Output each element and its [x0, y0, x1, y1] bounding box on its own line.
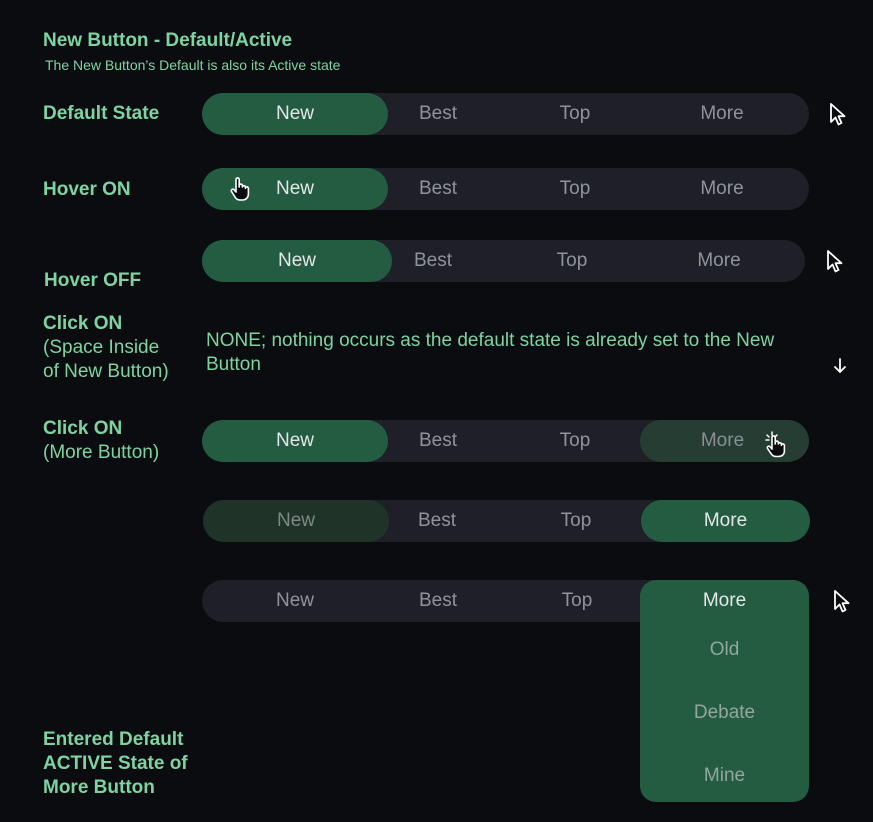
- tab-top[interactable]: Top: [526, 500, 626, 542]
- dropdown-item-old[interactable]: Old: [640, 639, 809, 661]
- tab-best[interactable]: Best: [388, 580, 488, 622]
- label-click-on-new-detail-2: of New Button): [43, 361, 169, 382]
- arrow-cursor-icon: [834, 590, 850, 613]
- tab-bar-default: New Best Top More: [202, 93, 809, 135]
- tab-bar-click-more: New Best Top More: [202, 420, 809, 462]
- label-entered-default-3: More Button: [43, 777, 155, 798]
- hand-click-icon: [765, 431, 786, 458]
- tab-more[interactable]: More: [669, 240, 769, 282]
- tab-new[interactable]: New: [202, 240, 392, 282]
- tab-more[interactable]: More: [641, 500, 810, 542]
- more-dropdown-menu: More Old Debate Mine: [640, 580, 809, 802]
- tab-new[interactable]: New: [203, 500, 389, 542]
- label-click-on-more-detail: (More Button): [43, 442, 160, 463]
- label-click-on-new: Click ON: [43, 313, 123, 334]
- page-title: New Button - Default/Active: [43, 30, 293, 51]
- arrow-down-icon: [834, 358, 846, 373]
- page-subtitle: The New Button’s Default is also its Act…: [45, 57, 341, 73]
- arrow-cursor-icon: [830, 103, 846, 126]
- label-hover-on: Hover ON: [43, 179, 131, 200]
- label-hover-off: Hover OFF: [44, 270, 142, 291]
- tab-best[interactable]: Best: [388, 93, 488, 135]
- tab-bar-more-active: New Best Top More: [203, 500, 810, 542]
- tab-best[interactable]: Best: [388, 168, 488, 210]
- hand-pointer-icon: [230, 177, 250, 201]
- label-click-on-more: Click ON: [43, 418, 123, 439]
- tab-more[interactable]: More: [672, 168, 772, 210]
- tab-bar-hover-on: New Best Top More: [202, 168, 809, 210]
- click-on-new-note: NONE; nothing occurs as the default stat…: [206, 330, 775, 375]
- label-click-on-new-detail: (Space Inside: [43, 337, 160, 358]
- tab-best[interactable]: Best: [388, 420, 488, 462]
- tab-best[interactable]: Best: [387, 500, 487, 542]
- tab-best[interactable]: Best: [383, 240, 483, 282]
- tab-top[interactable]: Top: [525, 93, 625, 135]
- tab-new[interactable]: New: [202, 420, 388, 462]
- arrow-cursor-icon: [827, 250, 843, 273]
- label-entered-default-2: ACTIVE State of: [43, 753, 188, 774]
- tab-top[interactable]: Top: [527, 580, 627, 622]
- dropdown-item-debate[interactable]: Debate: [640, 702, 809, 724]
- tab-new[interactable]: New: [245, 580, 345, 622]
- tab-bar-hover-off: New Best Top More: [202, 240, 805, 282]
- tab-more[interactable]: More: [672, 93, 772, 135]
- label-entered-default: Entered Default: [43, 729, 184, 750]
- tab-new[interactable]: New: [202, 93, 388, 135]
- dropdown-header-more[interactable]: More: [640, 590, 809, 612]
- tab-top[interactable]: Top: [525, 420, 625, 462]
- dropdown-item-mine[interactable]: Mine: [640, 765, 809, 787]
- label-default-state: Default State: [43, 103, 160, 124]
- tab-top[interactable]: Top: [525, 168, 625, 210]
- tab-top[interactable]: Top: [522, 240, 622, 282]
